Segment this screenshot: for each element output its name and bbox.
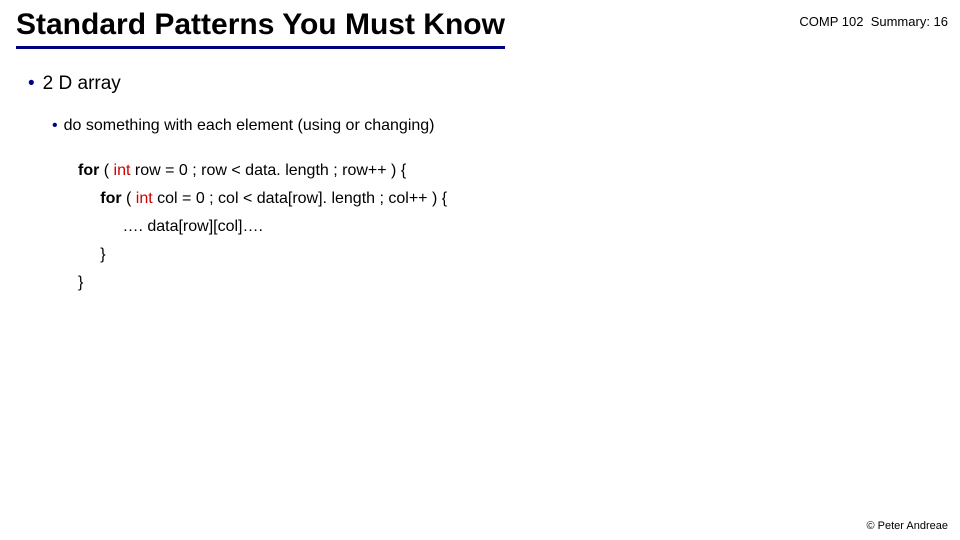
code-text: col = 0 ; col < data[row]. length ; col+…: [153, 190, 447, 207]
slide-footer: © Peter Andreae: [867, 520, 949, 532]
bullet-dot: •: [52, 117, 58, 134]
code-text: }: [78, 274, 83, 291]
keyword-for: for: [100, 190, 121, 207]
slide-header: Standard Patterns You Must Know COMP 102…: [0, 0, 960, 49]
bullet-level-2: • do something with each element (using o…: [52, 117, 948, 135]
keyword-int: int: [114, 162, 131, 179]
code-text: …. data[row][col]….: [122, 218, 263, 235]
code-text: }: [100, 246, 105, 263]
bullet-2-text: do something with each element (using or…: [64, 117, 435, 134]
bullet-dot: •: [28, 73, 35, 94]
code-block: for ( int row = 0 ; row < data. length ;…: [78, 157, 948, 297]
code-text: row = 0 ; row < data. length ; row++ ) {: [130, 162, 406, 179]
course-label: COMP 102 Summary: 16: [799, 8, 948, 29]
slide-content: • 2 D array • do something with each eleme…: [0, 49, 960, 297]
bullet-1-text: 2 D array: [43, 73, 121, 94]
bullet-level-1: • 2 D array: [28, 73, 948, 95]
code-text: (: [122, 190, 136, 207]
code-text: (: [99, 162, 113, 179]
keyword-for: for: [78, 162, 99, 179]
slide-title: Standard Patterns You Must Know: [16, 8, 505, 49]
keyword-int: int: [136, 190, 153, 207]
